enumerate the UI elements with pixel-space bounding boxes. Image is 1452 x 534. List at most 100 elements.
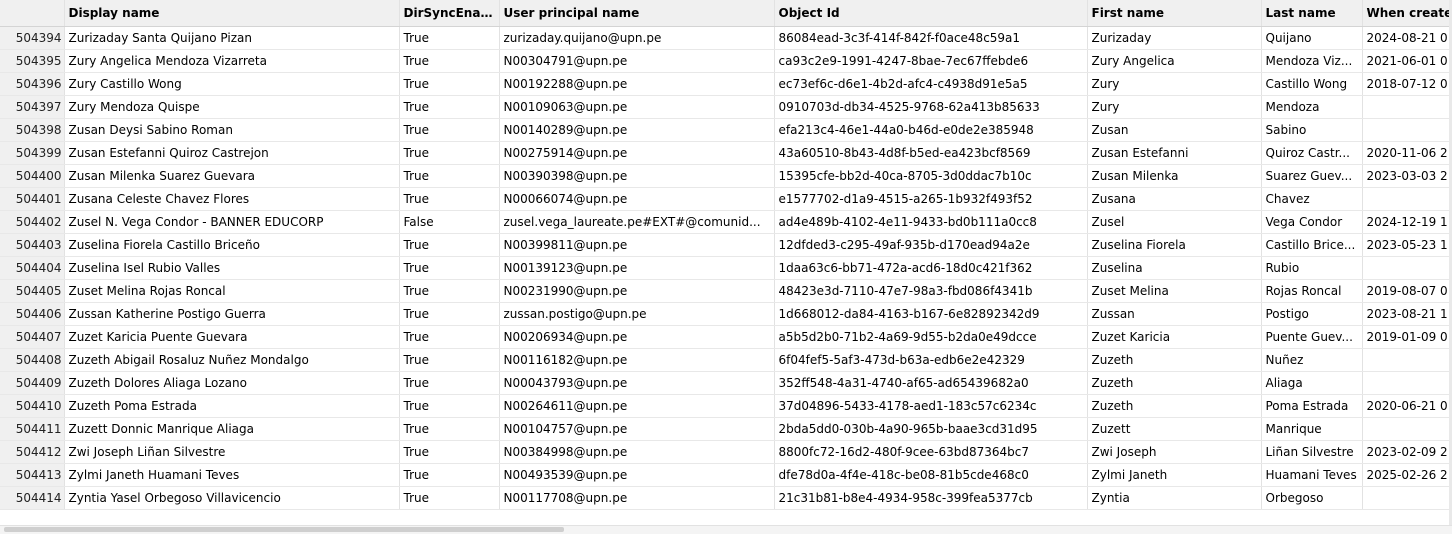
- cell-display-name[interactable]: Zusan Milenka Suarez Guevara: [64, 164, 400, 188]
- cell-user-principal-name[interactable]: N00231990@upn.pe: [499, 279, 775, 303]
- cell-user-principal-name[interactable]: N00304791@upn.pe: [499, 49, 775, 73]
- cell-when-created[interactable]: 2019-01-09 0: [1362, 325, 1452, 349]
- cell-object-id[interactable]: ec73ef6c-d6e1-4b2d-afc4-c4938d91e5a5: [774, 72, 1088, 96]
- cell-dirsync-enabled[interactable]: True: [399, 463, 500, 487]
- cell-last-name[interactable]: Puente Guev...: [1261, 325, 1363, 349]
- cell-last-name[interactable]: Quijano: [1261, 26, 1363, 50]
- cell-object-id[interactable]: 1d668012-da84-4163-b167-6e82892342d9: [774, 302, 1088, 326]
- cell-user-principal-name[interactable]: zussan.postigo@upn.pe: [499, 302, 775, 326]
- cell-last-name[interactable]: Aliaga: [1261, 371, 1363, 395]
- cell-first-name[interactable]: Zylmi Janeth: [1087, 463, 1262, 487]
- table-row[interactable]: 504406 Zussan Katherine Postigo Guerra Tru…: [0, 302, 1452, 326]
- cell-dirsync-enabled[interactable]: True: [399, 486, 500, 510]
- cell-first-name[interactable]: Zuset Melina: [1087, 279, 1262, 303]
- cell-when-created[interactable]: [1362, 256, 1452, 280]
- cell-when-created[interactable]: 2023-05-23 1: [1362, 233, 1452, 257]
- cell-user-principal-name[interactable]: N00493539@upn.pe: [499, 463, 775, 487]
- column-header-first-name[interactable]: First name: [1087, 0, 1262, 27]
- cell-last-name[interactable]: Vega Condor: [1261, 210, 1363, 234]
- table-row[interactable]: 504409 Zuzeth Dolores Aliaga Lozano True N0…: [0, 371, 1452, 395]
- cell-object-id[interactable]: ca93c2e9-1991-4247-8bae-7ec67ffebde6: [774, 49, 1088, 73]
- cell-first-name[interactable]: Zusan: [1087, 118, 1262, 142]
- cell-user-principal-name[interactable]: N00390398@upn.pe: [499, 164, 775, 188]
- cell-display-name[interactable]: Zuset Melina Rojas Roncal: [64, 279, 400, 303]
- cell-user-principal-name[interactable]: N00140289@upn.pe: [499, 118, 775, 142]
- cell-display-name[interactable]: Zylmi Janeth Huamani Teves: [64, 463, 400, 487]
- row-number[interactable]: 504402: [0, 210, 65, 234]
- table-row[interactable]: 504414 Zyntia Yasel Orbegoso Villavicenci…: [0, 486, 1452, 510]
- cell-dirsync-enabled[interactable]: True: [399, 141, 500, 165]
- cell-when-created[interactable]: 2019-08-07 0: [1362, 279, 1452, 303]
- cell-user-principal-name[interactable]: N00043793@upn.pe: [499, 371, 775, 395]
- table-row[interactable]: 504394 Zurizaday Santa Quijano Pizan True z…: [0, 26, 1452, 50]
- cell-display-name[interactable]: Zwi Joseph Liñan Silvestre: [64, 440, 400, 464]
- cell-first-name[interactable]: Zusan Milenka: [1087, 164, 1262, 188]
- cell-last-name[interactable]: Chavez: [1261, 187, 1363, 211]
- table-row[interactable]: 504413 Zylmi Janeth Huamani Teves True N004…: [0, 463, 1452, 487]
- cell-first-name[interactable]: Zusana: [1087, 187, 1262, 211]
- table-row[interactable]: 504400 Zusan Milenka Suarez Guevara True N0…: [0, 164, 1452, 188]
- cell-object-id[interactable]: 48423e3d-7110-47e7-98a3-fbd086f4341b: [774, 279, 1088, 303]
- column-header-last-name[interactable]: Last name: [1261, 0, 1363, 27]
- cell-when-created[interactable]: [1362, 187, 1452, 211]
- table-row[interactable]: 504402 Zusel N. Vega Condor - BANNER EDUC…: [0, 210, 1452, 234]
- table-row[interactable]: 504404 Zuselina Isel Rubio Valles True N001…: [0, 256, 1452, 280]
- cell-object-id[interactable]: efa213c4-46e1-44a0-b46d-e0de2e385948: [774, 118, 1088, 142]
- cell-when-created[interactable]: 2023-03-03 2: [1362, 164, 1452, 188]
- horizontal-scrollbar[interactable]: [0, 525, 1452, 534]
- cell-when-created[interactable]: 2021-06-01 0: [1362, 49, 1452, 73]
- cell-display-name[interactable]: Zyntia Yasel Orbegoso Villavicencio: [64, 486, 400, 510]
- cell-display-name[interactable]: Zuzeth Poma Estrada: [64, 394, 400, 418]
- cell-object-id[interactable]: 43a60510-8b43-4d8f-b5ed-ea423bcf8569: [774, 141, 1088, 165]
- cell-display-name[interactable]: Zussan Katherine Postigo Guerra: [64, 302, 400, 326]
- cell-when-created[interactable]: 2023-02-09 2: [1362, 440, 1452, 464]
- row-number[interactable]: 504397: [0, 95, 65, 119]
- table-row[interactable]: 504410 Zuzeth Poma Estrada True N00264611@u…: [0, 394, 1452, 418]
- cell-display-name[interactable]: Zuzet Karicia Puente Guevara: [64, 325, 400, 349]
- cell-dirsync-enabled[interactable]: True: [399, 417, 500, 441]
- row-number[interactable]: 504394: [0, 26, 65, 50]
- cell-last-name[interactable]: Suarez Guev...: [1261, 164, 1363, 188]
- row-number[interactable]: 504404: [0, 256, 65, 280]
- cell-last-name[interactable]: Castillo Brice...: [1261, 233, 1363, 257]
- cell-when-created[interactable]: [1362, 417, 1452, 441]
- cell-first-name[interactable]: Zury: [1087, 72, 1262, 96]
- table-row[interactable]: 504398 Zusan Deysi Sabino Roman True N00140…: [0, 118, 1452, 142]
- horizontal-scrollbar-thumb[interactable]: [4, 527, 564, 532]
- table-row[interactable]: 504401 Zusana Celeste Chavez Flores True N0…: [0, 187, 1452, 211]
- cell-display-name[interactable]: Zusana Celeste Chavez Flores: [64, 187, 400, 211]
- row-number[interactable]: 504398: [0, 118, 65, 142]
- table-row[interactable]: 504397 Zury Mendoza Quispe True N00109063@u…: [0, 95, 1452, 119]
- table-row[interactable]: 504407 Zuzet Karicia Puente Guevara True N0…: [0, 325, 1452, 349]
- cell-first-name[interactable]: Zyntia: [1087, 486, 1262, 510]
- cell-first-name[interactable]: Zuzeth: [1087, 348, 1262, 372]
- cell-last-name[interactable]: Orbegoso: [1261, 486, 1363, 510]
- table-row[interactable]: 504408 Zuzeth Abigail Rosaluz Nuñez Monda…: [0, 348, 1452, 372]
- column-header-dirsync-enabled[interactable]: DirSyncEnab...: [399, 0, 500, 27]
- cell-last-name[interactable]: Postigo: [1261, 302, 1363, 326]
- cell-user-principal-name[interactable]: N00117708@upn.pe: [499, 486, 775, 510]
- cell-dirsync-enabled[interactable]: True: [399, 394, 500, 418]
- cell-object-id[interactable]: 12dfded3-c295-49af-935b-d170ead94a2e: [774, 233, 1088, 257]
- column-header-when-created[interactable]: When create: [1362, 0, 1452, 27]
- cell-last-name[interactable]: Nuñez: [1261, 348, 1363, 372]
- cell-last-name[interactable]: Sabino: [1261, 118, 1363, 142]
- cell-last-name[interactable]: Castillo Wong: [1261, 72, 1363, 96]
- cell-object-id[interactable]: 2bda5dd0-030b-4a90-965b-baae3cd31d95: [774, 417, 1088, 441]
- cell-user-principal-name[interactable]: N00139123@upn.pe: [499, 256, 775, 280]
- row-number[interactable]: 504407: [0, 325, 65, 349]
- cell-user-principal-name[interactable]: N00109063@upn.pe: [499, 95, 775, 119]
- cell-user-principal-name[interactable]: N00206934@upn.pe: [499, 325, 775, 349]
- table-row[interactable]: 504396 Zury Castillo Wong True N00192288@up…: [0, 72, 1452, 96]
- cell-display-name[interactable]: Zuselina Fiorela Castillo Briceño: [64, 233, 400, 257]
- cell-user-principal-name[interactable]: N00066074@upn.pe: [499, 187, 775, 211]
- row-number[interactable]: 504406: [0, 302, 65, 326]
- cell-last-name[interactable]: Mendoza Viz...: [1261, 49, 1363, 73]
- row-number[interactable]: 504414: [0, 486, 65, 510]
- cell-dirsync-enabled[interactable]: True: [399, 72, 500, 96]
- cell-dirsync-enabled[interactable]: True: [399, 118, 500, 142]
- table-row[interactable]: 504399 Zusan Estefanni Quiroz Castrejon Tr…: [0, 141, 1452, 165]
- cell-first-name[interactable]: Zuselina Fiorela: [1087, 233, 1262, 257]
- cell-first-name[interactable]: Zuzeth: [1087, 394, 1262, 418]
- cell-display-name[interactable]: Zuzeth Abigail Rosaluz Nuñez Mondalgo: [64, 348, 400, 372]
